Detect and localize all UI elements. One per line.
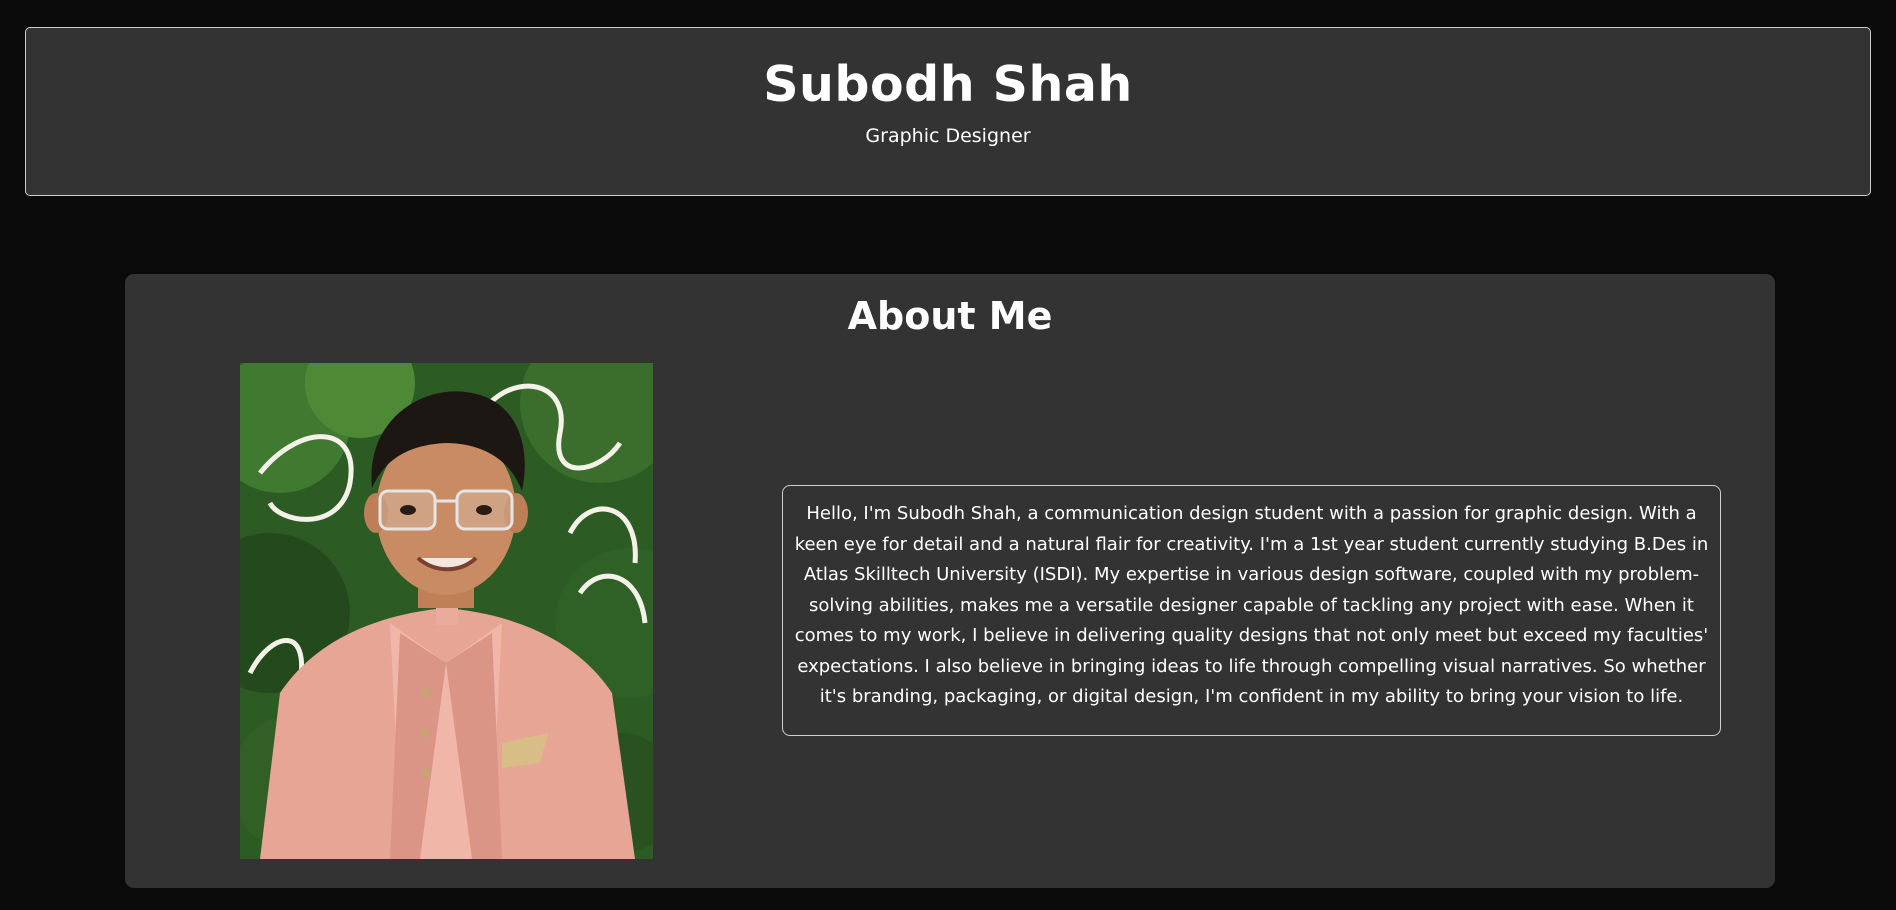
about-heading: About Me [847,294,1053,338]
bio-text: Hello, I'm Subodh Shah, a communication … [782,485,1721,736]
page: Subodh Shah Graphic Designer About Me He… [0,0,1896,910]
page-title: Subodh Shah [763,56,1133,113]
about-section: About Me Hello, I'm Subodh Shah, a commu… [125,274,1775,888]
site-header: Subodh Shah Graphic Designer [25,27,1871,196]
portrait-illustration [240,363,653,859]
profile-photo [240,363,653,859]
page-subtitle: Graphic Designer [865,124,1031,147]
